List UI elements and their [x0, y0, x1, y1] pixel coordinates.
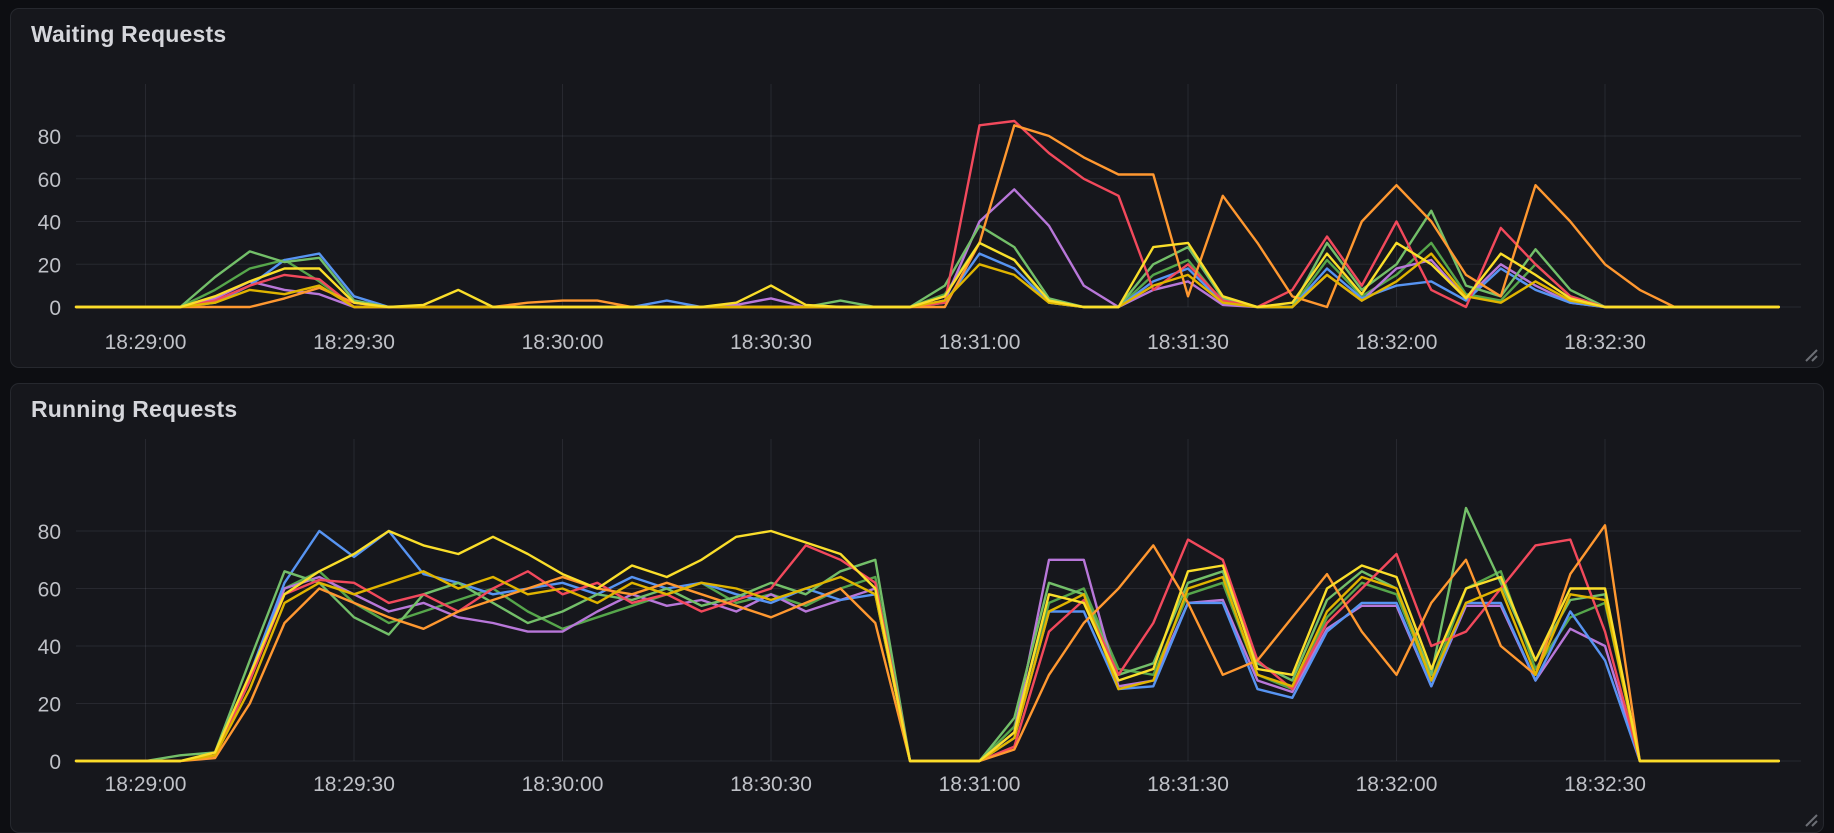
x-axis-tick-label: 18:31:00	[939, 773, 1021, 796]
panel-resize-handle-icon[interactable]	[1802, 811, 1818, 827]
x-axis-tick-label: 18:29:00	[105, 773, 187, 796]
y-axis-tick-label: 80	[38, 521, 61, 544]
panel-running-requests: Running Requests 0 20 40 60 80 18:29:00 18:29:…	[10, 383, 1824, 833]
series-line-purple	[74, 558, 1781, 763]
y-axis-tick-label: 40	[38, 212, 61, 235]
panel-waiting-requests: Waiting Requests 0 20 40 60 80 18:29:00 18:29:…	[10, 8, 1824, 368]
running-requests-chart[interactable]: 0 20 40 60 80 18:29:00 18:29:30 18:30:00 18:30:3…	[11, 384, 1824, 833]
x-axis-tick-label: 18:31:00	[939, 331, 1021, 354]
x-axis-tick-label: 18:31:30	[1147, 331, 1229, 354]
waiting-requests-chart[interactable]: 0 20 40 60 80 18:29:00 18:29:30 18:30:00 18:30:3…	[11, 9, 1824, 368]
y-axis-tick-label: 20	[38, 254, 61, 277]
x-axis-tick-label: 18:29:00	[105, 331, 187, 354]
x-axis-tick-label: 18:31:30	[1147, 773, 1229, 796]
x-axis-tick-label: 18:30:00	[522, 331, 604, 354]
x-axis-tick-label: 18:32:00	[1356, 331, 1438, 354]
y-axis-tick-label: 80	[38, 126, 61, 149]
x-axis-tick-label: 18:30:30	[730, 773, 812, 796]
series-line-red	[74, 538, 1781, 763]
y-axis-tick-label: 60	[38, 169, 61, 192]
panel-resize-handle-icon[interactable]	[1802, 346, 1818, 362]
series-line-green	[74, 506, 1781, 763]
y-axis-tick-label: 60	[38, 579, 61, 602]
x-axis-tick-label: 18:32:30	[1564, 331, 1646, 354]
x-axis-tick-label: 18:29:30	[313, 331, 395, 354]
y-axis-tick-label: 40	[38, 636, 61, 659]
y-axis-tick-label: 20	[38, 694, 61, 717]
y-axis-tick-label: 0	[49, 751, 61, 774]
x-axis-tick-label: 18:30:30	[730, 331, 812, 354]
x-axis-tick-label: 18:32:30	[1564, 773, 1646, 796]
x-axis-tick-label: 18:29:30	[313, 773, 395, 796]
x-axis-tick-label: 18:32:00	[1356, 773, 1438, 796]
y-axis-tick-label: 0	[49, 297, 61, 320]
x-axis-tick-label: 18:30:00	[522, 773, 604, 796]
